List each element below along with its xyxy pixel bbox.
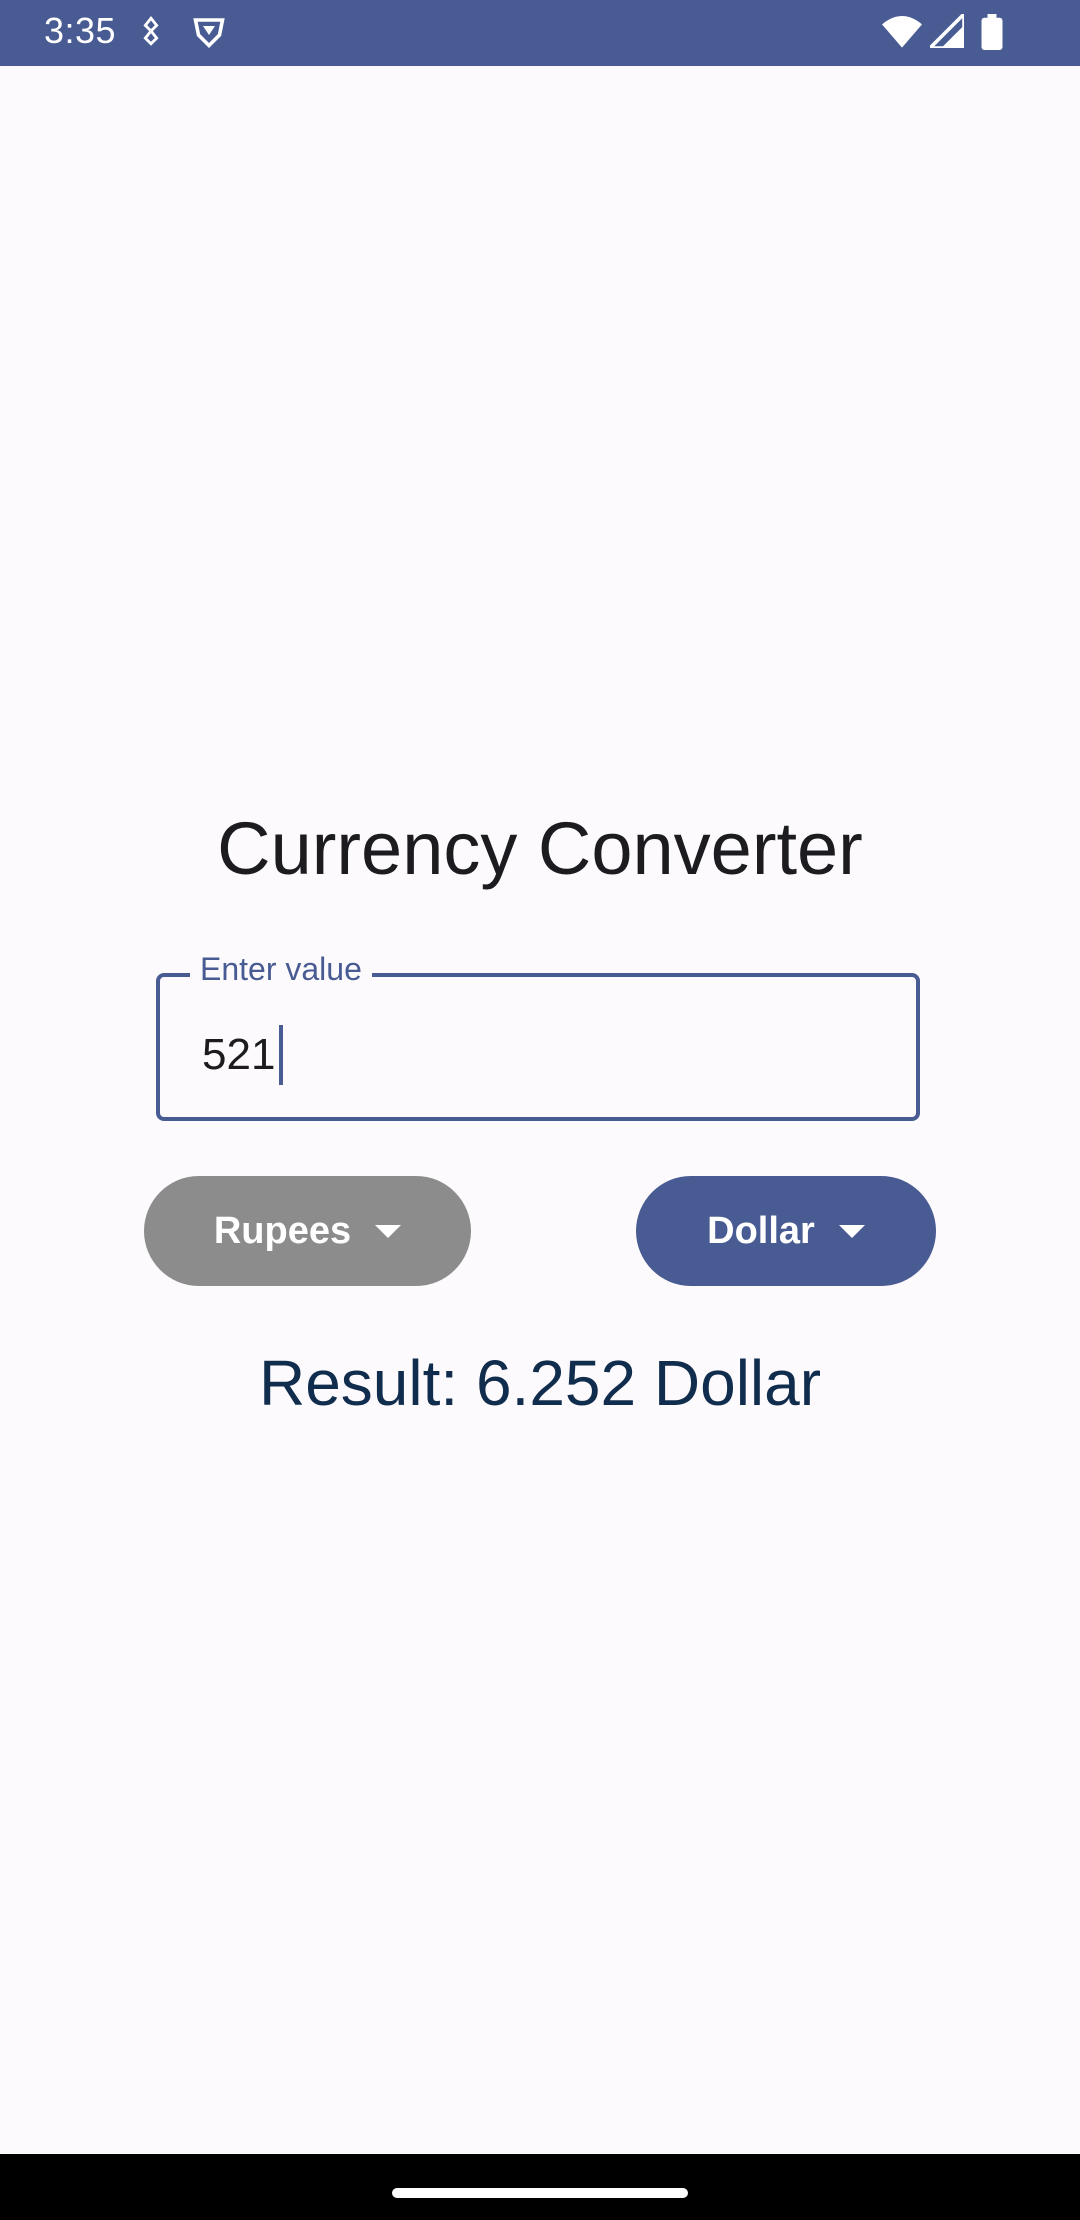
battery-icon [980, 14, 1004, 55]
navigation-bar [0, 2154, 1080, 2220]
to-currency-label: Dollar [707, 1209, 815, 1252]
value-input-field[interactable]: Enter value 521 [156, 951, 920, 1121]
notification-icon [134, 14, 168, 53]
to-currency-dropdown[interactable]: Dollar [636, 1176, 936, 1286]
dropdown-arrow-icon [838, 1224, 865, 1238]
result-text: Result: 6.252 Dollar [258, 1347, 822, 1419]
page-title: Currency Converter [217, 807, 863, 890]
vpn-shield-icon [190, 14, 228, 55]
wifi-icon [882, 14, 922, 53]
value-input[interactable]: 521 [202, 1025, 284, 1085]
input-value-text: 521 [202, 1030, 276, 1079]
home-gesture-handle[interactable] [392, 2188, 688, 2198]
from-currency-label: Rupees [213, 1209, 352, 1252]
from-currency-dropdown[interactable]: Rupees [144, 1176, 471, 1286]
dropdown-arrow-icon [375, 1224, 402, 1238]
text-caret [279, 1025, 284, 1085]
input-label: Enter value [190, 951, 372, 988]
status-time: 3:35 [44, 10, 117, 51]
cellular-signal-icon [925, 9, 966, 53]
status-bar: 3:35 [0, 0, 1080, 66]
